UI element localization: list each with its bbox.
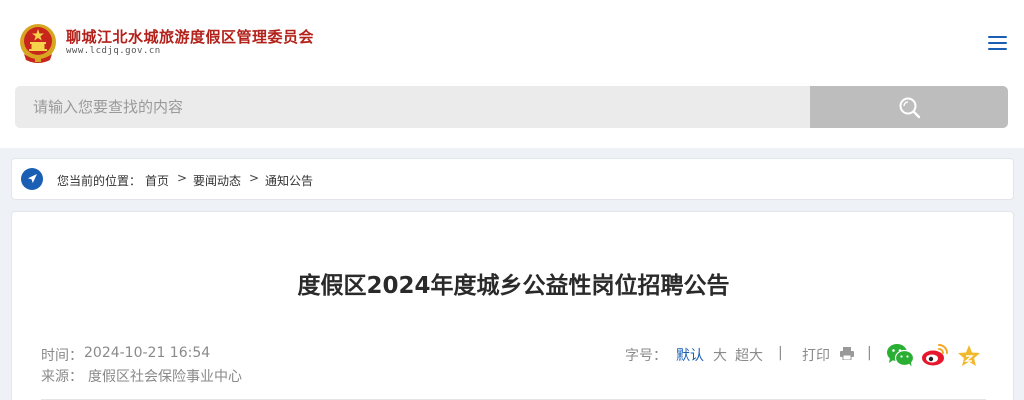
font-size-label: 字号： <box>625 348 667 364</box>
source-value: 度假区社会保险事业中心 <box>88 369 242 385</box>
site-header: 聊城江北水城旅游度假区管理委员会 www.lcdjq.gov.cn <box>0 0 1024 148</box>
location-icon <box>21 168 43 190</box>
wechat-icon[interactable] <box>886 343 914 367</box>
menu-icon[interactable] <box>988 36 1008 52</box>
site-url: www.lcdjq.gov.cn <box>66 46 161 56</box>
breadcrumb-notices[interactable]: 通知公告 <box>265 172 313 189</box>
font-size-xlarge[interactable]: 超大 <box>735 345 763 365</box>
print-icon[interactable] <box>840 347 854 360</box>
menu-line <box>988 48 1007 50</box>
publish-time-label: 时间： <box>41 348 83 364</box>
publish-time: 2024-10-21 16:54 <box>84 345 211 361</box>
article-title: 度假区2024年度城乡公益性岗位招聘公告 <box>297 273 730 299</box>
menu-line <box>988 36 1007 38</box>
toolbar-separator: | <box>778 345 783 361</box>
site-name[interactable]: 聊城江北水城旅游度假区管理委员会 <box>66 26 314 47</box>
breadcrumb-separator: > <box>249 171 260 185</box>
national-emblem-icon <box>20 24 56 63</box>
breadcrumb-home[interactable]: 首页 <box>145 172 169 189</box>
breadcrumb-prefix: 您当前的位置： <box>57 174 142 188</box>
favorite-icon[interactable] <box>957 344 981 367</box>
breadcrumb-separator: > <box>177 171 188 185</box>
menu-line <box>988 42 1007 44</box>
search-button[interactable] <box>810 86 1008 128</box>
source-label: 来源： <box>41 369 83 385</box>
print-button[interactable]: 打印 <box>802 345 830 365</box>
search-icon <box>899 97 921 119</box>
breadcrumb: 您当前的位置： 首页 > 要闻动态 > 通知公告 <box>11 158 1014 200</box>
search-input[interactable] <box>15 86 810 128</box>
font-size-default[interactable]: 默认 <box>676 345 704 365</box>
toolbar-separator: | <box>867 345 872 361</box>
font-size-large[interactable]: 大 <box>713 345 727 365</box>
breadcrumb-news[interactable]: 要闻动态 <box>193 172 241 189</box>
weibo-icon[interactable] <box>921 343 949 367</box>
article-card: 度假区2024年度城乡公益性岗位招聘公告 时间： 2024-10-21 16:5… <box>11 211 1014 400</box>
